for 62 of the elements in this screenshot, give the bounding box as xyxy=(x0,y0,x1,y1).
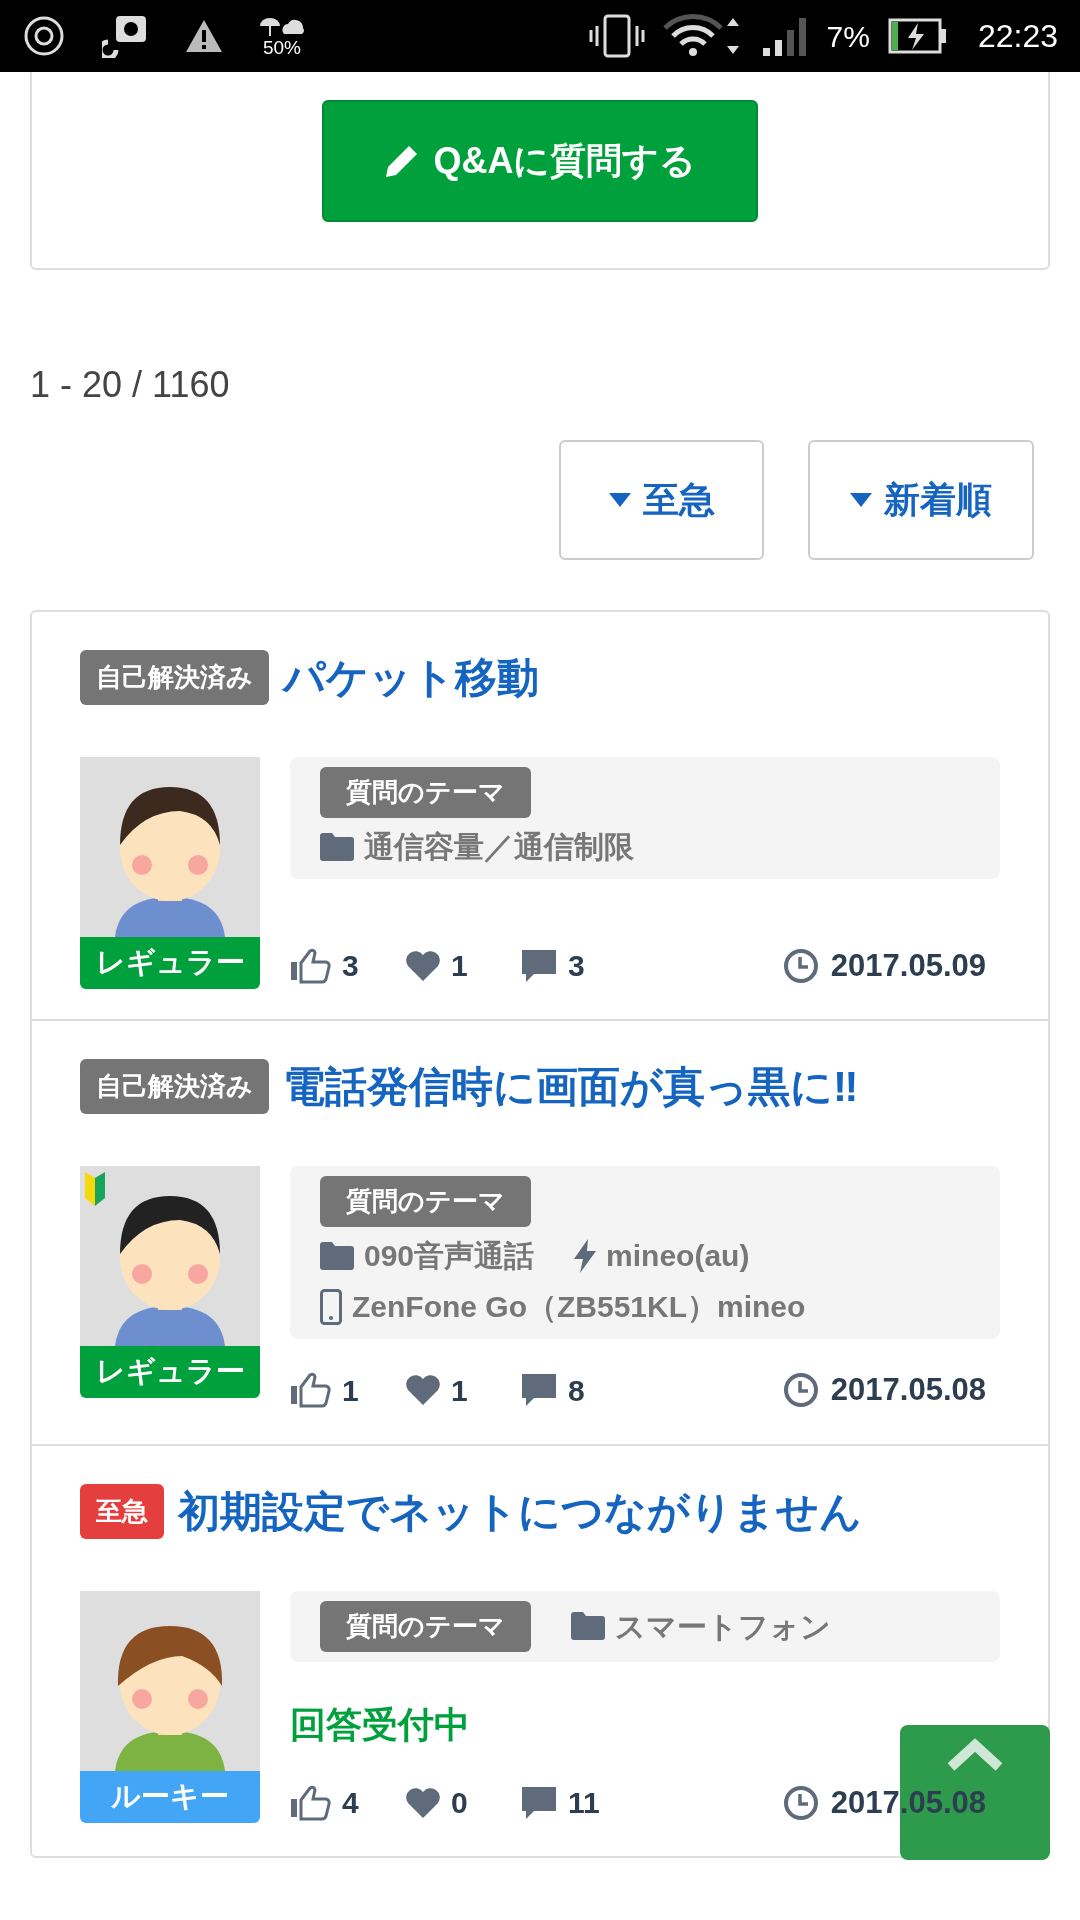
pencil-icon xyxy=(383,143,420,179)
thumbs-up-icon xyxy=(290,1784,332,1821)
warning-icon xyxy=(184,18,224,54)
rank-label: レギュラー xyxy=(80,1346,260,1398)
rain-chance: 50% xyxy=(263,37,301,57)
favorite-count: 1 xyxy=(451,948,468,985)
theme-tag: 090音声通話 xyxy=(364,1233,535,1278)
folder-icon xyxy=(571,1612,605,1640)
comment-icon xyxy=(520,947,558,984)
theme-tag: スマートフォン xyxy=(615,1603,831,1649)
answer-status: 回答受付中 xyxy=(290,1702,471,1747)
like-count: 3 xyxy=(342,948,359,985)
clock-icon xyxy=(782,1784,819,1821)
caret-icon xyxy=(608,493,631,507)
comment-count: 8 xyxy=(568,1372,585,1409)
clock-icon xyxy=(782,947,819,984)
theme-tag: ZenFone Go（ZB551KL）mineo xyxy=(352,1284,806,1329)
question-title[interactable]: パケット移動 xyxy=(283,646,539,709)
weather-icon xyxy=(258,15,306,38)
folder-icon xyxy=(320,832,354,861)
theme-tag: 通信容量／通信制限 xyxy=(364,824,634,869)
filter-dropdown[interactable]: 至急 xyxy=(559,440,764,560)
clock-icon xyxy=(782,1372,819,1409)
clock-time: 22:23 xyxy=(977,17,1058,56)
smartphone-icon xyxy=(320,1288,342,1325)
theme-tag: mineo(au) xyxy=(606,1233,750,1278)
thumbs-up-icon xyxy=(290,1372,332,1409)
caret-icon xyxy=(850,493,872,507)
filter-dropdown[interactable]: 新着順 xyxy=(808,440,1034,560)
comment-icon xyxy=(520,1784,558,1821)
status-badge: 至急 xyxy=(80,1483,164,1539)
question-title[interactable]: 電話発信時に画面が真っ黒に‼ xyxy=(283,1055,859,1118)
theme-label: 質問のテーマ xyxy=(320,1600,531,1652)
ask-question-button[interactable]: Q&Aに質問する xyxy=(322,100,758,222)
like-count: 1 xyxy=(342,1372,359,1409)
lightning-icon xyxy=(574,1238,597,1273)
battery-charging-icon xyxy=(887,18,948,54)
heart-icon xyxy=(405,1374,441,1407)
comment-count: 3 xyxy=(568,948,585,985)
rank-label: ルーキー xyxy=(80,1770,260,1823)
chevron-up-icon xyxy=(945,1737,1005,1773)
thumbs-up-icon xyxy=(290,947,332,984)
comment-count: 11 xyxy=(568,1785,600,1822)
post-date: 2017.05.09 xyxy=(830,946,986,985)
heart-icon xyxy=(405,1786,441,1819)
post-date: 2017.05.08 xyxy=(830,1371,986,1409)
notification-icon xyxy=(102,14,148,58)
comment-icon xyxy=(520,1372,558,1409)
theme-label: 質問のテーマ xyxy=(320,767,531,818)
favorite-count: 0 xyxy=(451,1785,468,1822)
favorite-count: 1 xyxy=(451,1372,468,1409)
status-badge: 自己解決済み xyxy=(80,1059,269,1114)
folder-icon xyxy=(320,1241,354,1270)
like-count: 4 xyxy=(342,1785,359,1822)
rank-label: レギュラー xyxy=(80,937,260,989)
heart-icon xyxy=(405,949,441,982)
question-title[interactable]: 初期設定でネットにつながりません xyxy=(178,1479,862,1543)
theme-label: 質問のテーマ xyxy=(320,1176,531,1227)
status-badge: 自己解決済み xyxy=(80,650,269,705)
battery-percent: 7% xyxy=(826,18,870,55)
vibrate-icon xyxy=(588,14,645,58)
result-count: 1 - 20 / 1160 xyxy=(30,363,231,407)
